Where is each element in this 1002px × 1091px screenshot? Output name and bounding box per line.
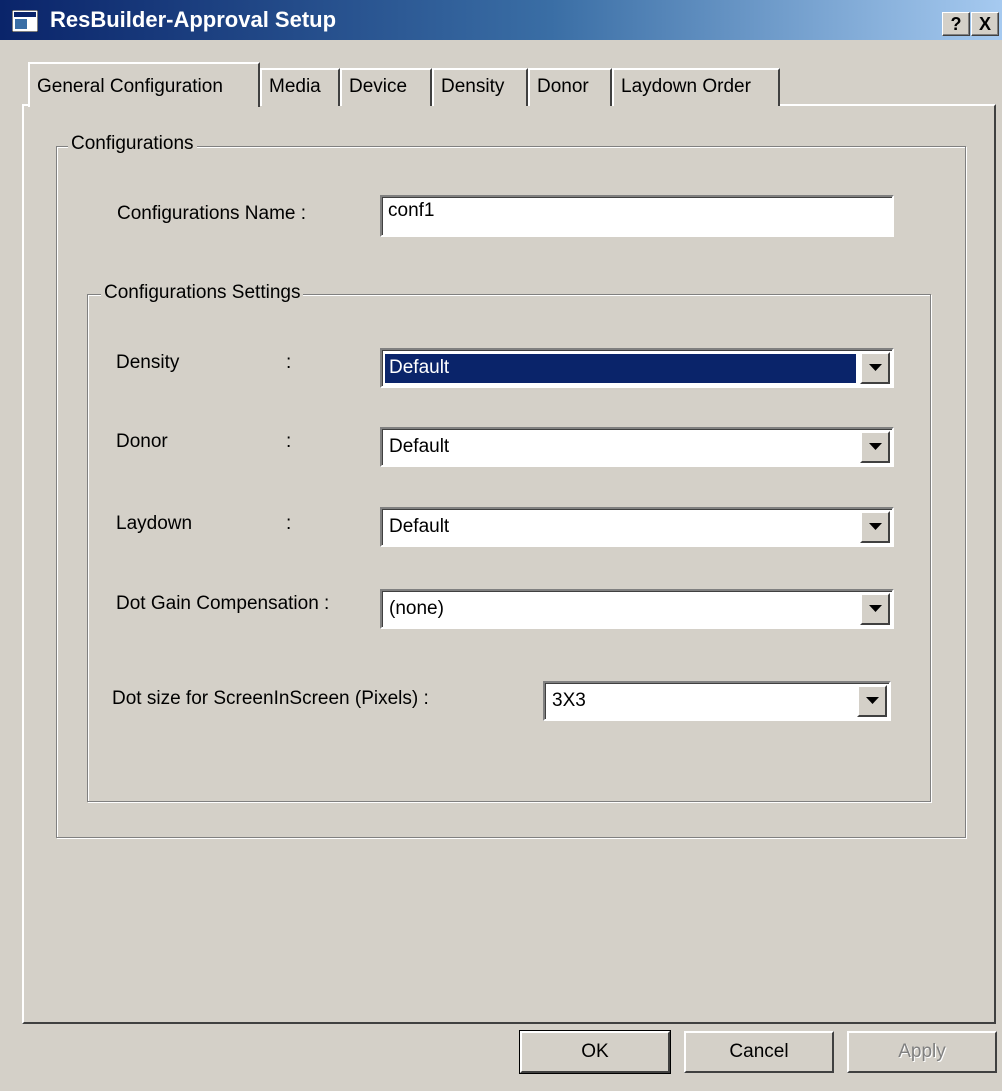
laydown-colon: : bbox=[286, 513, 292, 534]
tab-label: Density bbox=[441, 76, 505, 97]
donor-value: Default bbox=[389, 436, 450, 457]
density-colon: : bbox=[286, 352, 292, 373]
dot-size-dropdown-button[interactable] bbox=[857, 685, 887, 717]
laydown-select[interactable]: Default bbox=[380, 507, 894, 547]
chevron-down-icon bbox=[869, 443, 882, 450]
tab-label: General Configuration bbox=[37, 76, 223, 97]
dot-gain-label: Dot Gain Compensation : bbox=[116, 593, 330, 614]
dot-gain-select[interactable]: (none) bbox=[380, 589, 894, 629]
tab-donor[interactable]: Donor bbox=[528, 68, 612, 106]
dot-size-select[interactable]: 3X3 bbox=[543, 681, 891, 721]
configurations-name-value: conf1 bbox=[388, 200, 435, 221]
tab-media[interactable]: Media bbox=[260, 68, 340, 106]
dot-size-label: Dot size for ScreenInScreen (Pixels) : bbox=[112, 688, 429, 709]
tab-label: Media bbox=[269, 76, 321, 97]
configurations-name-input[interactable]: conf1 bbox=[380, 195, 894, 237]
chevron-down-icon bbox=[869, 605, 882, 612]
tab-laydown-order[interactable]: Laydown Order bbox=[612, 68, 780, 106]
configurations-name-label: Configurations Name : bbox=[117, 203, 307, 224]
tab-device[interactable]: Device bbox=[340, 68, 432, 106]
density-select[interactable]: Default bbox=[380, 348, 894, 388]
cancel-button[interactable]: Cancel bbox=[684, 1031, 834, 1073]
apply-button[interactable]: Apply bbox=[847, 1031, 997, 1073]
app-icon bbox=[12, 10, 38, 32]
chevron-down-icon bbox=[866, 697, 879, 704]
tab-label: Device bbox=[349, 76, 408, 97]
help-button[interactable]: ? bbox=[942, 12, 970, 36]
density-label: Density bbox=[116, 352, 180, 373]
laydown-value: Default bbox=[389, 516, 450, 537]
configurations-group-label: Configurations bbox=[68, 133, 197, 155]
chevron-down-icon bbox=[869, 364, 882, 371]
density-dropdown-button[interactable] bbox=[860, 352, 890, 384]
title-bar[interactable]: ResBuilder-Approval Setup ? X bbox=[0, 0, 1002, 40]
window-title: ResBuilder-Approval Setup bbox=[50, 7, 337, 32]
dot-gain-dropdown-button[interactable] bbox=[860, 593, 890, 625]
close-button[interactable]: X bbox=[971, 12, 999, 36]
donor-dropdown-button[interactable] bbox=[860, 431, 890, 463]
tab-label: Donor bbox=[537, 76, 589, 97]
tab-label: Laydown Order bbox=[621, 76, 751, 97]
laydown-label: Laydown bbox=[116, 513, 193, 534]
dot-gain-value: (none) bbox=[389, 598, 444, 619]
chevron-down-icon bbox=[869, 523, 882, 530]
dot-size-value: 3X3 bbox=[552, 690, 586, 711]
donor-label: Donor bbox=[116, 431, 168, 452]
density-value: Default bbox=[385, 354, 856, 383]
laydown-dropdown-button[interactable] bbox=[860, 511, 890, 543]
ok-button[interactable]: OK bbox=[519, 1030, 671, 1074]
donor-select[interactable]: Default bbox=[380, 427, 894, 467]
tab-general-configuration[interactable]: General Configuration bbox=[28, 62, 260, 107]
tab-density[interactable]: Density bbox=[432, 68, 528, 106]
donor-colon: : bbox=[286, 431, 292, 452]
configurations-settings-group-label: Configurations Settings bbox=[101, 282, 304, 304]
